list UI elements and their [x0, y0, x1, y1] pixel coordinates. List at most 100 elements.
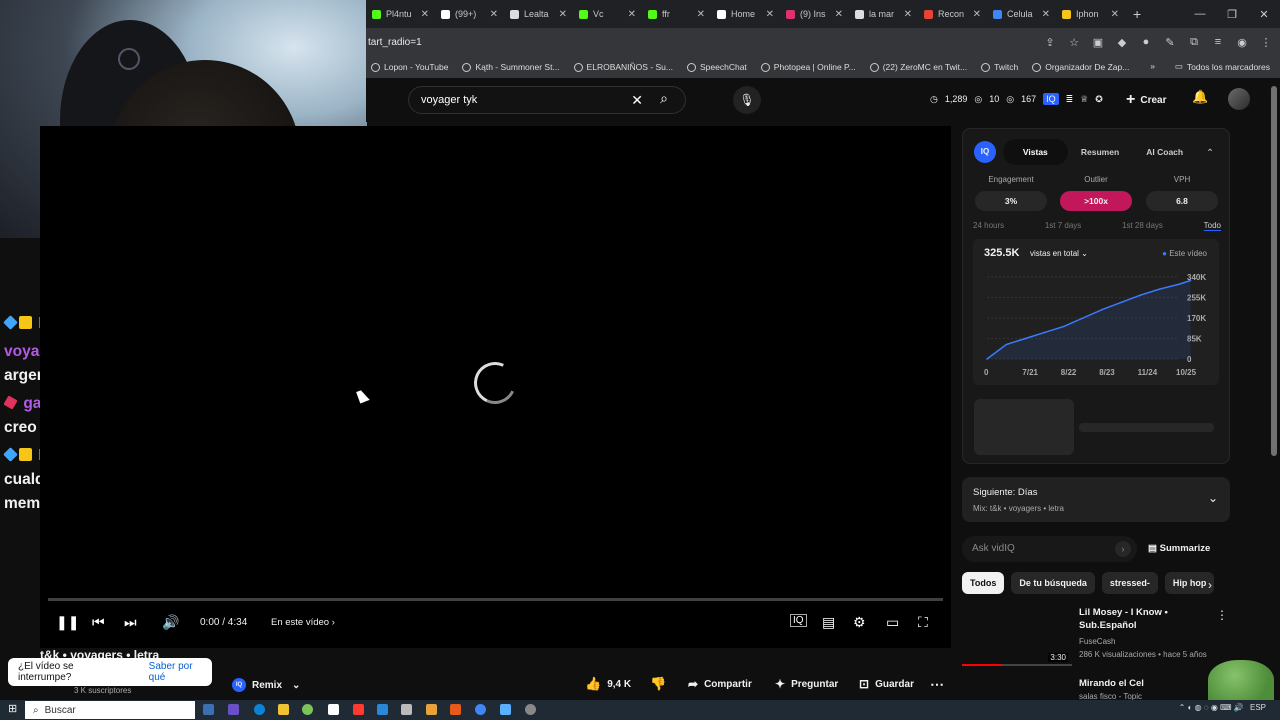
range-28d[interactable]: 1st 28 days: [1122, 221, 1163, 231]
search-box[interactable]: voyager tyk ✕ ⌕: [408, 86, 686, 114]
like-button[interactable]: 👍 9,4 K: [585, 672, 631, 696]
app-icon[interactable]: [328, 704, 339, 715]
browser-tab[interactable]: la mar ✕: [849, 0, 918, 28]
browser-tab[interactable]: (99+) ✕: [435, 0, 504, 28]
app-icon[interactable]: [302, 704, 313, 715]
bookmarks-overflow-icon[interactable]: »: [1150, 61, 1155, 71]
browser-tab[interactable]: (9) Ins ✕: [780, 0, 849, 28]
app-icon[interactable]: [450, 704, 461, 715]
app-icon[interactable]: [500, 704, 511, 715]
remix-button[interactable]: IQ Remix ⌄: [232, 675, 300, 695]
bookmark-item[interactable]: Photopea | Online P...: [760, 62, 856, 72]
app-icon[interactable]: [228, 704, 239, 715]
close-tab-icon[interactable]: ✕: [559, 9, 567, 20]
browser-tab[interactable]: Home ✕: [711, 0, 780, 28]
system-tray[interactable]: ⌃ ◐ ◍ ◌ ◉ ⌨ 🔊 ESP: [1179, 703, 1266, 712]
browser-tab[interactable]: Vc ✕: [573, 0, 642, 28]
rec-thumbnail[interactable]: 3:30: [962, 604, 1072, 666]
range-7d[interactable]: 1st 7 days: [1045, 221, 1081, 231]
browser-tab[interactable]: Pl4ntu ✕: [366, 0, 435, 28]
subtitles-icon[interactable]: ▤: [822, 614, 835, 631]
vidiq-stats[interactable]: ◷ 1,289 ◎ 10 ◎ 167 IQ ≣ ♕ ✪: [930, 93, 1103, 105]
tab-vistas[interactable]: Vistas: [1003, 139, 1068, 165]
close-tab-icon[interactable]: ✕: [628, 9, 636, 20]
range-all[interactable]: Todo: [1203, 221, 1221, 231]
windows-start-icon[interactable]: ⊞: [8, 702, 17, 715]
browser-tab[interactable]: ffr ✕: [642, 0, 711, 28]
close-tab-icon[interactable]: ✕: [1111, 9, 1119, 20]
more-icon[interactable]: ⋮: [1216, 608, 1228, 622]
pause-icon[interactable]: ❚❚: [56, 614, 79, 631]
dislike-button[interactable]: 👎: [650, 672, 666, 696]
browser-tab[interactable]: Celula ✕: [987, 0, 1056, 28]
browser-tab[interactable]: Iphon ✕: [1056, 0, 1125, 28]
vidiq-player-icon[interactable]: IQ: [790, 614, 807, 627]
browser-tab[interactable]: Recon ✕: [918, 0, 987, 28]
avatar[interactable]: [1228, 88, 1250, 110]
volume-icon[interactable]: 🔊: [162, 614, 179, 631]
bookmark-item[interactable]: Kąth - Summoner St...: [462, 62, 560, 72]
extension-icon[interactable]: ▣: [1088, 36, 1108, 49]
taskview-icon[interactable]: [203, 704, 214, 715]
ask-button[interactable]: ✦ Preguntar: [775, 672, 838, 696]
filter-chip[interactable]: stressed-: [1101, 572, 1158, 594]
filter-chip[interactable]: De tu búsqueda: [1011, 572, 1095, 594]
scrollbar[interactable]: [1271, 86, 1277, 456]
app-icon[interactable]: [377, 704, 388, 715]
taskbar-search[interactable]: ⌕ Buscar: [25, 701, 195, 719]
address-bar[interactable]: tart_radio=1 ⇪ ☆ ▣ ◆ ● ✎ ⧉ ≡ ◉ ⋮: [366, 28, 1280, 56]
up-next-card[interactable]: Siguiente: Días Mix: t&k • voyagers • le…: [962, 477, 1230, 522]
summarize-button[interactable]: ▤ Summarize: [1148, 543, 1210, 554]
restore-icon[interactable]: ❐: [1216, 8, 1248, 21]
all-bookmarks[interactable]: ▭ Todos los marcadores: [1175, 61, 1270, 72]
bookmark-item[interactable]: Organizador De Zap...: [1032, 62, 1129, 72]
filter-chip[interactable]: Hip hop: [1164, 572, 1215, 594]
mic-icon[interactable]: 🎙: [733, 86, 761, 114]
browser-tab[interactable]: Lealta ✕: [504, 0, 573, 28]
tab-ai-coach[interactable]: AI Coach: [1132, 139, 1197, 165]
menu-icon[interactable]: ≡: [1208, 36, 1228, 48]
share-button[interactable]: ➦ Compartir: [688, 672, 752, 696]
recommendation[interactable]: 3:30 Lil Mosey - I Know • Sub.Español Fu…: [962, 604, 1230, 668]
close-tab-icon[interactable]: ✕: [904, 9, 912, 20]
bars-icon[interactable]: ≣: [1066, 94, 1074, 105]
filter-chip[interactable]: Todos: [962, 572, 1005, 594]
close-tab-icon[interactable]: ✕: [1042, 9, 1050, 20]
theater-icon[interactable]: ▭: [886, 614, 899, 631]
language-indicator[interactable]: ESP: [1250, 703, 1266, 712]
tab-resumen[interactable]: Resumen: [1068, 139, 1133, 165]
settings-icon[interactable]: ⚙: [853, 614, 866, 631]
previous-icon[interactable]: ⏮: [92, 614, 105, 631]
close-tab-icon[interactable]: ✕: [973, 9, 981, 20]
explorer-icon[interactable]: [278, 704, 289, 715]
edge-icon[interactable]: [254, 704, 265, 715]
profile-icon[interactable]: ◉: [1232, 36, 1252, 49]
progress-bar[interactable]: [48, 598, 943, 601]
chapters-button[interactable]: En este vídeo ›: [271, 617, 335, 628]
clear-search-icon[interactable]: ✕: [631, 92, 643, 109]
install-icon[interactable]: ⇪: [1040, 36, 1060, 49]
app-icon[interactable]: [353, 704, 364, 715]
extension-icon[interactable]: ◆: [1112, 36, 1132, 49]
close-tab-icon[interactable]: ✕: [697, 9, 705, 20]
close-tab-icon[interactable]: ✕: [490, 9, 498, 20]
new-tab-button[interactable]: +: [1133, 6, 1141, 22]
fullscreen-icon[interactable]: ⛶: [918, 614, 928, 631]
close-tab-icon[interactable]: ✕: [766, 9, 774, 20]
close-tab-icon[interactable]: ✕: [835, 9, 843, 20]
collapse-icon[interactable]: ⌃: [1197, 147, 1223, 158]
range-24h[interactable]: 24 hours: [973, 221, 1004, 231]
trophy-icon[interactable]: ♕: [1080, 94, 1088, 105]
app-icon[interactable]: [401, 704, 412, 715]
minimize-icon[interactable]: —: [1184, 8, 1216, 20]
next-icon[interactable]: ⏭: [124, 614, 137, 631]
create-button[interactable]: + Crear: [1126, 89, 1166, 111]
search-icon[interactable]: ⌕: [649, 90, 679, 110]
save-button[interactable]: ⊡ Guardar: [859, 672, 914, 696]
bookmark-item[interactable]: Twitch: [981, 62, 1018, 72]
url-text[interactable]: tart_radio=1: [366, 37, 1040, 48]
close-window-icon[interactable]: ✕: [1248, 8, 1280, 21]
chevron-down-icon[interactable]: ⌄: [1208, 491, 1218, 505]
puzzle-icon[interactable]: ⧉: [1184, 36, 1204, 49]
extension-icon[interactable]: ✎: [1160, 36, 1180, 49]
